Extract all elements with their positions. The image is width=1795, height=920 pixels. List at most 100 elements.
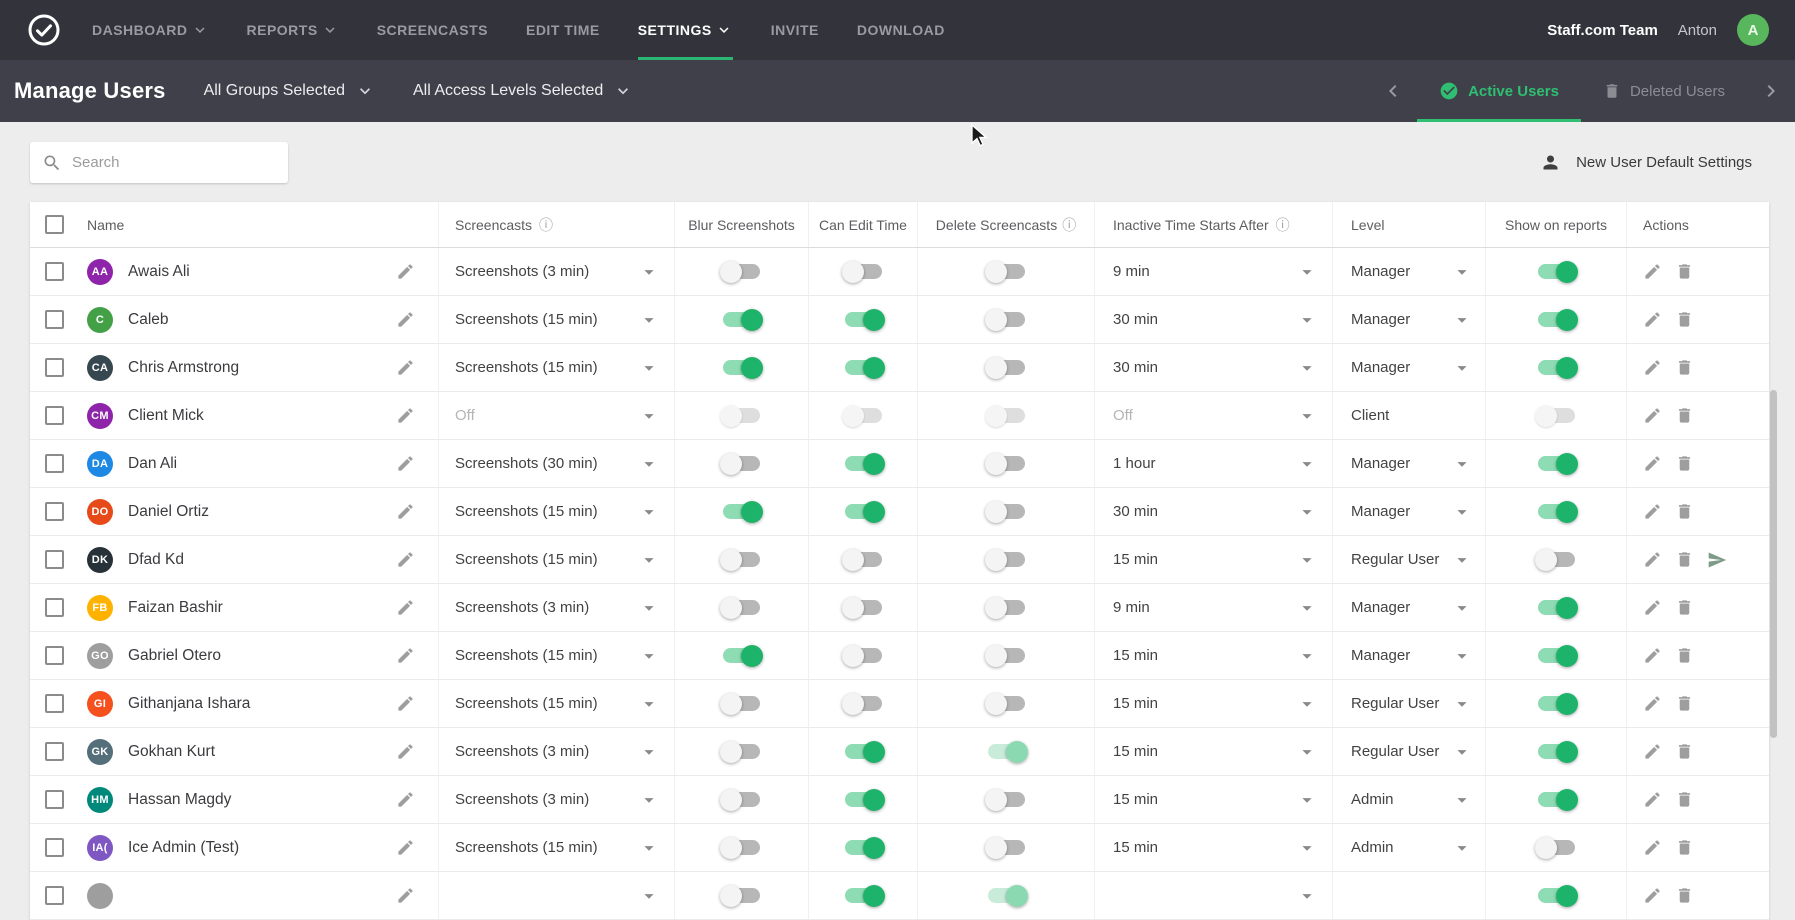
show-on-reports-toggle[interactable] <box>1538 840 1575 855</box>
screencasts-dropdown[interactable]: Screenshots (15 min) <box>438 632 674 679</box>
screencasts-dropdown[interactable]: Screenshots (15 min) <box>438 296 674 343</box>
edit-user-icon[interactable] <box>1643 310 1662 329</box>
screencasts-dropdown[interactable]: Screenshots (15 min) <box>438 344 674 391</box>
delete-screencasts-toggle[interactable] <box>988 552 1025 567</box>
delete-user-icon[interactable] <box>1675 310 1694 329</box>
inactive-time-dropdown[interactable]: Off <box>1094 392 1332 439</box>
screencasts-dropdown[interactable]: Screenshots (30 min) <box>438 440 674 487</box>
delete-screencasts-toggle[interactable] <box>988 648 1025 663</box>
inactive-time-dropdown[interactable]: 9 min <box>1094 584 1332 631</box>
delete-user-icon[interactable] <box>1675 886 1694 905</box>
inactive-time-dropdown[interactable]: 30 min <box>1094 488 1332 535</box>
can-edit-time-toggle[interactable] <box>845 696 882 711</box>
new-user-default-settings-button[interactable]: New User Default Settings <box>1540 152 1752 173</box>
level-dropdown[interactable]: Regular User <box>1332 728 1485 775</box>
edit-name-icon[interactable] <box>396 694 415 713</box>
delete-user-icon[interactable] <box>1675 790 1694 809</box>
edit-user-icon[interactable] <box>1643 598 1662 617</box>
delete-screencasts-toggle[interactable] <box>988 792 1025 807</box>
access-levels-filter-dropdown[interactable]: All Access Levels Selected <box>413 60 633 122</box>
can-edit-time-toggle[interactable] <box>845 264 882 279</box>
edit-name-icon[interactable] <box>396 262 415 281</box>
inactive-time-dropdown[interactable]: 15 min <box>1094 728 1332 775</box>
show-on-reports-toggle[interactable] <box>1538 408 1575 423</box>
row-checkbox[interactable] <box>45 838 64 857</box>
screencasts-dropdown[interactable]: Screenshots (3 min) <box>438 776 674 823</box>
team-name[interactable]: Staff.com Team <box>1547 22 1658 39</box>
tabs-prev-arrow[interactable] <box>1369 60 1417 122</box>
screencasts-dropdown[interactable] <box>438 872 674 919</box>
edit-user-icon[interactable] <box>1643 694 1662 713</box>
select-all-checkbox[interactable] <box>45 215 64 234</box>
delete-screencasts-toggle[interactable] <box>988 840 1025 855</box>
nav-item-invite[interactable]: INVITE <box>771 0 819 60</box>
level-dropdown[interactable]: Manager <box>1332 296 1485 343</box>
edit-name-icon[interactable] <box>396 358 415 377</box>
blur-screenshots-toggle[interactable] <box>723 360 760 375</box>
delete-user-icon[interactable] <box>1675 598 1694 617</box>
can-edit-time-toggle[interactable] <box>845 504 882 519</box>
nav-item-dashboard[interactable]: DASHBOARD <box>92 0 209 60</box>
edit-name-icon[interactable] <box>396 454 415 473</box>
can-edit-time-toggle[interactable] <box>845 456 882 471</box>
blur-screenshots-toggle[interactable] <box>723 552 760 567</box>
delete-screencasts-toggle[interactable] <box>988 504 1025 519</box>
row-checkbox[interactable] <box>45 694 64 713</box>
can-edit-time-toggle[interactable] <box>845 648 882 663</box>
delete-screencasts-toggle[interactable] <box>988 456 1025 471</box>
can-edit-time-toggle[interactable] <box>845 600 882 615</box>
show-on-reports-toggle[interactable] <box>1538 456 1575 471</box>
edit-user-icon[interactable] <box>1643 358 1662 377</box>
edit-name-icon[interactable] <box>396 310 415 329</box>
screencasts-dropdown[interactable]: Screenshots (15 min) <box>438 488 674 535</box>
level-dropdown[interactable]: Manager <box>1332 632 1485 679</box>
show-on-reports-toggle[interactable] <box>1538 264 1575 279</box>
level-dropdown[interactable] <box>1332 872 1485 919</box>
edit-name-icon[interactable] <box>396 646 415 665</box>
show-on-reports-toggle[interactable] <box>1538 312 1575 327</box>
inactive-time-dropdown[interactable] <box>1094 872 1332 919</box>
edit-name-icon[interactable] <box>396 886 415 905</box>
current-user-name[interactable]: Anton <box>1678 22 1717 39</box>
delete-user-icon[interactable] <box>1675 742 1694 761</box>
blur-screenshots-toggle[interactable] <box>723 600 760 615</box>
delete-screencasts-toggle[interactable] <box>988 600 1025 615</box>
show-on-reports-toggle[interactable] <box>1538 600 1575 615</box>
row-checkbox[interactable] <box>45 598 64 617</box>
inactive-time-dropdown[interactable]: 15 min <box>1094 632 1332 679</box>
delete-user-icon[interactable] <box>1675 262 1694 281</box>
inactive-time-dropdown[interactable]: 30 min <box>1094 296 1332 343</box>
can-edit-time-toggle[interactable] <box>845 312 882 327</box>
row-checkbox[interactable] <box>45 310 64 329</box>
delete-screencasts-toggle[interactable] <box>988 888 1025 903</box>
screencasts-dropdown[interactable]: Screenshots (15 min) <box>438 680 674 727</box>
screencasts-dropdown[interactable]: Screenshots (3 min) <box>438 248 674 295</box>
delete-screencasts-toggle[interactable] <box>988 312 1025 327</box>
level-dropdown[interactable]: Manager <box>1332 344 1485 391</box>
row-checkbox[interactable] <box>45 454 64 473</box>
show-on-reports-toggle[interactable] <box>1538 648 1575 663</box>
edit-name-icon[interactable] <box>396 598 415 617</box>
can-edit-time-toggle[interactable] <box>845 792 882 807</box>
edit-user-icon[interactable] <box>1643 454 1662 473</box>
level-dropdown[interactable]: Manager <box>1332 440 1485 487</box>
blur-screenshots-toggle[interactable] <box>723 456 760 471</box>
inactive-time-dropdown[interactable]: 30 min <box>1094 344 1332 391</box>
level-dropdown[interactable]: Client <box>1332 392 1485 439</box>
scrollbar-thumb[interactable] <box>1770 390 1777 738</box>
blur-screenshots-toggle[interactable] <box>723 648 760 663</box>
resend-invite-icon[interactable] <box>1707 550 1727 570</box>
screencasts-dropdown[interactable]: Screenshots (15 min) <box>438 824 674 871</box>
blur-screenshots-toggle[interactable] <box>723 696 760 711</box>
row-checkbox[interactable] <box>45 262 64 281</box>
can-edit-time-toggle[interactable] <box>845 360 882 375</box>
blur-screenshots-toggle[interactable] <box>723 744 760 759</box>
edit-user-icon[interactable] <box>1643 262 1662 281</box>
blur-screenshots-toggle[interactable] <box>723 408 760 423</box>
search-input[interactable] <box>72 154 276 171</box>
row-checkbox[interactable] <box>45 406 64 425</box>
row-checkbox[interactable] <box>45 502 64 521</box>
nav-item-reports[interactable]: REPORTS <box>247 0 339 60</box>
delete-user-icon[interactable] <box>1675 358 1694 377</box>
edit-user-icon[interactable] <box>1643 646 1662 665</box>
